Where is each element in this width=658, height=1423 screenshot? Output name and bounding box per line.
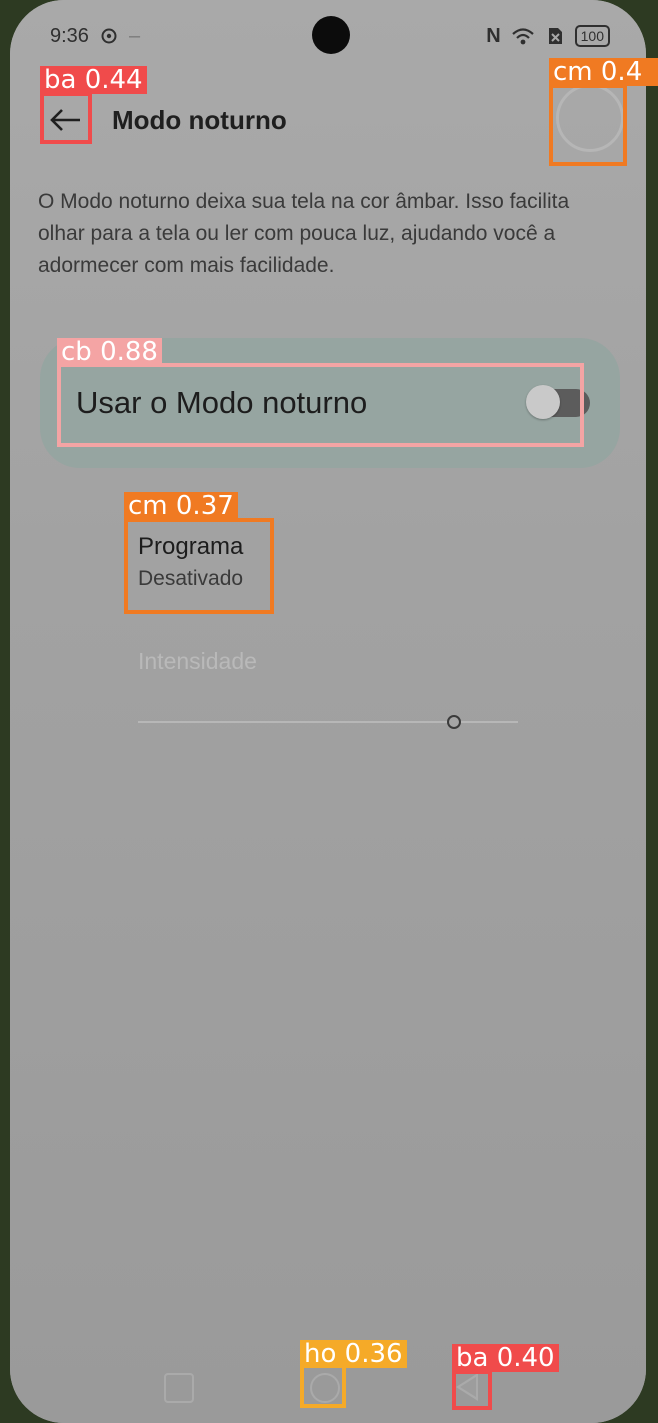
detection-box-nav-back xyxy=(452,1370,492,1410)
page-title: Modo noturno xyxy=(112,104,287,135)
detection-tag-home: ho 0.36 xyxy=(300,1340,407,1368)
detection-tag-back: ba 0.44 xyxy=(40,66,147,94)
battery-indicator: 100 xyxy=(574,25,610,47)
status-left: 9:36 – xyxy=(50,25,140,48)
intensity-slider-thumb[interactable] xyxy=(447,715,462,729)
detection-box-back xyxy=(40,92,92,144)
detection-tag-schedule: cm 0.37 xyxy=(124,492,238,520)
detection-box-schedule xyxy=(124,518,274,614)
detection-box-toggle xyxy=(57,363,584,447)
intensity-label: Intensidade xyxy=(138,648,257,674)
night-mode-description: O Modo noturno deixa sua tela na cor âmb… xyxy=(38,190,570,277)
phone-screen: 9:36 – N 100 Modo noturno O Modo noturno… xyxy=(10,0,646,1423)
front-camera xyxy=(312,16,350,54)
recents-button[interactable] xyxy=(164,1373,194,1403)
detection-box-home xyxy=(300,1364,346,1408)
settings-gear-icon xyxy=(101,28,117,44)
detection-box-overflow xyxy=(549,84,627,166)
status-dash-icon: – xyxy=(128,24,141,47)
detection-tag-toggle: cb 0.88 xyxy=(57,338,162,366)
status-time: 9:36 xyxy=(50,24,89,47)
no-sim-icon xyxy=(548,28,562,44)
nfc-icon: N xyxy=(486,24,501,47)
status-right: N 100 xyxy=(486,25,610,48)
detection-tag-nav-back: ba 0.40 xyxy=(452,1344,559,1372)
detection-tag-overflow: cm 0.4 xyxy=(549,58,658,86)
wifi-icon xyxy=(511,28,534,45)
app-header: Modo noturno xyxy=(40,90,626,150)
intensity-slider[interactable] xyxy=(138,712,518,732)
